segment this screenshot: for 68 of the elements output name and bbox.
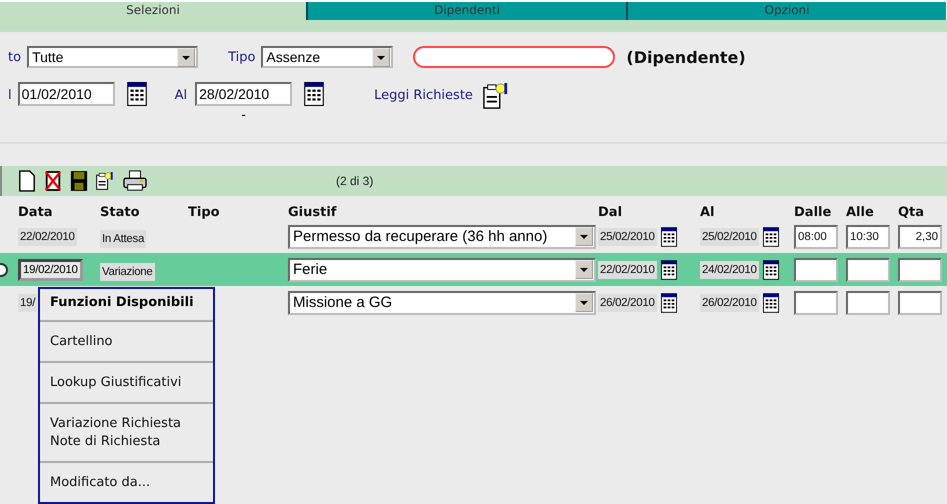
column-header: Qta — [898, 205, 926, 220]
justification-select[interactable]: Missione a GG — [288, 290, 596, 314]
stato-label: to — [8, 50, 22, 64]
column-header: Stato — [100, 205, 140, 220]
from-date-cell: 25/02/2010 — [598, 228, 657, 246]
stato-select[interactable]: Tutte — [27, 46, 198, 68]
calendar-icon[interactable] — [304, 82, 324, 106]
delete-icon[interactable] — [44, 170, 62, 192]
calendar-icon[interactable] — [762, 292, 779, 312]
calendar-icon[interactable] — [660, 260, 677, 280]
printer-icon[interactable] — [122, 170, 148, 192]
justification-select[interactable]: Ferie — [288, 258, 596, 282]
calendar-icon[interactable] — [126, 82, 147, 106]
from-date-cell: 26/02/2010 — [598, 294, 657, 312]
menu-title: Funzioni Disponibili — [40, 289, 213, 322]
calendar-icon[interactable] — [762, 226, 779, 246]
to-date-cell: 26/02/2010 — [700, 294, 759, 312]
column-header: Giustif — [288, 205, 338, 220]
clipboard-icon[interactable] — [482, 82, 509, 110]
date-cell: 22/02/2010 — [18, 228, 77, 246]
column-header: Alle — [846, 205, 875, 220]
quantity-field[interactable]: 2,30 — [898, 224, 942, 248]
quantity-field[interactable] — [898, 290, 942, 314]
status-cell: Variazione — [100, 263, 154, 281]
read-requests-link[interactable]: Leggi Richieste — [374, 88, 473, 103]
clipboard-icon[interactable] — [96, 170, 114, 192]
start-time-field[interactable] — [794, 258, 838, 282]
to-date-label: Al — [174, 88, 188, 103]
employee-field[interactable] — [413, 46, 616, 68]
from-date-cell: 22/02/2010 — [598, 260, 657, 278]
menu-item[interactable]: Note di Richiesta — [50, 434, 203, 449]
dash-text: - — [241, 108, 246, 123]
column-header: Tipo — [188, 205, 221, 220]
save-icon[interactable] — [70, 170, 88, 192]
column-header: Dal — [598, 205, 624, 220]
date-cell: 19/ — [18, 294, 38, 312]
column-header: Al — [700, 205, 716, 220]
tipo-label: Tipo — [228, 50, 256, 64]
quantity-field[interactable] — [898, 258, 942, 282]
column-header: Data — [18, 205, 54, 220]
menu-item[interactable]: Cartellino — [50, 334, 203, 349]
end-time-field[interactable]: 10:30 — [846, 224, 890, 248]
new-document-icon[interactable] — [18, 170, 36, 192]
menu-item[interactable]: Variazione Richiesta — [50, 416, 203, 431]
end-time-field[interactable] — [846, 290, 890, 314]
tab[interactable]: Opzioni — [626, 2, 946, 20]
start-time-field[interactable] — [794, 290, 838, 314]
tab[interactable]: Selezioni — [0, 2, 306, 20]
from-date-field[interactable]: 01/02/2010 — [18, 82, 115, 106]
column-header: Dalle — [794, 205, 832, 220]
justification-select[interactable]: Permesso da recuperare (36 hh anno) — [288, 224, 596, 248]
calendar-icon[interactable] — [660, 226, 677, 246]
calendar-icon[interactable] — [762, 260, 779, 280]
status-cell: In Attesa — [100, 230, 146, 248]
start-time-field[interactable]: 08:00 — [794, 224, 838, 248]
tipo-select[interactable]: Assenze — [261, 46, 394, 68]
to-date-field[interactable]: 28/02/2010 — [195, 82, 292, 106]
calendar-icon[interactable] — [660, 292, 677, 312]
menu-item[interactable]: Lookup Giustificativi — [50, 375, 203, 390]
from-date-label: l — [8, 88, 12, 103]
to-date-cell: 25/02/2010 — [700, 228, 759, 246]
employee-label: (Dipendente) — [626, 48, 746, 66]
to-date-cell: 24/02/2010 — [700, 260, 759, 278]
record-counter: (2 di 3) — [336, 174, 374, 188]
end-time-field[interactable] — [846, 258, 890, 282]
menu-item[interactable]: Modificato da... — [50, 475, 203, 490]
date-cell: 19/02/2010 — [18, 258, 83, 280]
tab[interactable]: Dipendenti — [306, 2, 626, 20]
